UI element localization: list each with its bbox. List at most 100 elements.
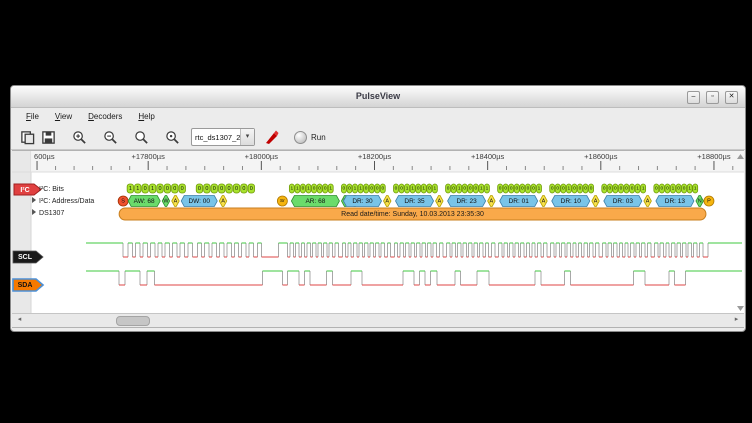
i2c-bit-label: 0 [144, 186, 147, 192]
zoom-out-button[interactable] [100, 128, 121, 147]
i2c-bit-label: 0 [677, 186, 680, 192]
open-file-icon [20, 130, 35, 145]
zoom-in-button[interactable] [69, 128, 90, 147]
run-label: Run [311, 133, 326, 142]
i2c-bit-label: 0 [370, 186, 373, 192]
menu-help[interactable]: Help [131, 110, 161, 123]
i2c-byte-annotation-label: DR: 13 [665, 198, 686, 205]
save-button[interactable] [38, 128, 59, 147]
i2c-bit-label: 0 [625, 186, 628, 192]
run-button[interactable]: Run [288, 129, 332, 146]
i2c-byte-annotation-label: DR: 03 [613, 198, 634, 205]
decoder-row-expander-icon[interactable] [32, 209, 36, 215]
close-button[interactable]: ✕ [725, 91, 738, 104]
probe-icon [264, 129, 280, 145]
time-ruler[interactable]: 600µs+17800µs+18000µs+18200µs+18400µs+18… [12, 151, 744, 172]
i2c-bit-label: 1 [642, 186, 645, 192]
i2c-ack-annotation-label: A [542, 199, 546, 205]
ruler-label: +18200µs [358, 152, 392, 161]
i2c-bit-label: 0 [573, 186, 576, 192]
i2c-nack-annotation-label: N [698, 199, 702, 205]
i2c-bit-label: 0 [365, 186, 368, 192]
i2c-byte-annotation-label: DR: 01 [509, 198, 530, 205]
window-titlebar[interactable]: PulseView – ▫ ✕ [11, 86, 745, 108]
i2c-bit-label: 0 [666, 186, 669, 192]
ruler-label: +18400µs [471, 152, 505, 161]
i2c-byte-annotation-label: DW: 00 [188, 198, 210, 205]
i2c-bit-label: 1 [672, 186, 675, 192]
sda-channel-tag[interactable]: SDA [13, 279, 43, 291]
i2c-bit-label: 1 [354, 186, 357, 192]
scl-channel-tag[interactable]: SCL [13, 251, 43, 263]
i2c-bit-label: 1 [694, 186, 697, 192]
i2c-bit-label: 0 [683, 186, 686, 192]
desktop-background: PulseView – ▫ ✕ FileViewDecodersHelp [0, 0, 752, 423]
i2c-bit-label: 0 [220, 186, 223, 192]
menu-decoders[interactable]: Decoders [81, 110, 129, 123]
i2c-decoder-tag-label: I²C [20, 187, 29, 194]
i2c-bit-label: 0 [198, 186, 201, 192]
i2c-bit-label: 0 [551, 186, 554, 192]
scl-channel-tag-label: SCL [18, 254, 33, 261]
trace-canvas: 600µs+17800µs+18000µs+18200µs+18400µs+18… [12, 151, 744, 314]
i2c-bit-label: 1 [688, 186, 691, 192]
i2c-bit-label: 0 [343, 186, 346, 192]
i2c-bit-label: 0 [447, 186, 450, 192]
open-button[interactable] [17, 128, 38, 147]
menu-view[interactable]: View [48, 110, 79, 123]
i2c-bit-label: 1 [434, 186, 437, 192]
i2c-byte-annotation-label: DR: 23 [456, 198, 477, 205]
session-selector[interactable]: rtc_ds1307_2 ▾ [191, 128, 255, 146]
ruler-label: +18600µs [584, 152, 618, 161]
annotations: S1101000000000000AW: 68WADW: 00ASr110100… [118, 184, 714, 220]
minimize-button[interactable]: – [687, 91, 700, 104]
i2c-bit-label: 1 [307, 186, 310, 192]
i2c-bit-label: 1 [422, 186, 425, 192]
i2c-bit-label: 0 [590, 186, 593, 192]
pulseview-window: PulseView – ▫ ✕ FileViewDecodersHelp [10, 85, 746, 332]
zoom-out-icon [103, 130, 118, 145]
i2c-bit-label: 0 [181, 186, 184, 192]
dropdown-arrow-icon[interactable]: ▾ [240, 129, 254, 145]
i2c-bit-label: 1 [406, 186, 409, 192]
window-title: PulseView [356, 91, 400, 101]
i2c-bit-label: 0 [348, 186, 351, 192]
horizontal-scrollbar[interactable]: ◂ ▸ [12, 313, 744, 327]
decoder-row-expander-icon[interactable] [32, 197, 36, 203]
menu-bar: FileViewDecodersHelp [11, 108, 745, 125]
ruler-label: +17800µs [132, 152, 166, 161]
i2c-bit-label: 0 [463, 186, 466, 192]
maximize-button[interactable]: ▫ [706, 91, 719, 104]
scroll-left-arrow-icon[interactable]: ◂ [13, 314, 26, 326]
i2c-bit-label: 0 [499, 186, 502, 192]
i2c-bit-label: 1 [129, 186, 132, 192]
i2c-bit-label: 0 [474, 186, 477, 192]
i2c-byte-annotation-label: DR: 30 [352, 198, 373, 205]
i2c-bit-label: 1 [136, 186, 139, 192]
i2c-bit-label: 1 [480, 186, 483, 192]
scroll-right-arrow-icon[interactable]: ▸ [730, 314, 743, 326]
i2c-bit-label: 0 [527, 186, 530, 192]
hscroll-thumb[interactable] [116, 316, 150, 326]
scroll-down-arrow-icon[interactable] [737, 306, 744, 311]
i2c-ack-annotation-label: A [221, 199, 225, 205]
connect-device-button[interactable] [261, 128, 282, 147]
i2c-bit-label: 0 [318, 186, 321, 192]
zoom-one-to-one-button[interactable] [162, 128, 183, 147]
window-controls: – ▫ ✕ [687, 91, 738, 104]
run-led-icon [294, 131, 307, 144]
i2c-bit-label: 1 [290, 186, 293, 192]
menu-file[interactable]: File [19, 110, 46, 123]
i2c-bit-label: 0 [376, 186, 379, 192]
sda-channel-tag-label: SDA [18, 282, 33, 289]
i2c-bit-label: 0 [614, 186, 617, 192]
i2c-bit-label: 0 [213, 186, 216, 192]
i2c-bit-label: 0 [556, 186, 559, 192]
zoom-fit-button[interactable] [131, 128, 152, 147]
i2c-bit-label: 0 [166, 186, 169, 192]
i2c-bit-label: 1 [568, 186, 571, 192]
i2c-bit-label: 0 [515, 186, 518, 192]
i2c-bit-label: 0 [228, 186, 231, 192]
i2c-ack-annotation-label: A [646, 199, 650, 205]
i2c-bit-label: 1 [359, 186, 362, 192]
